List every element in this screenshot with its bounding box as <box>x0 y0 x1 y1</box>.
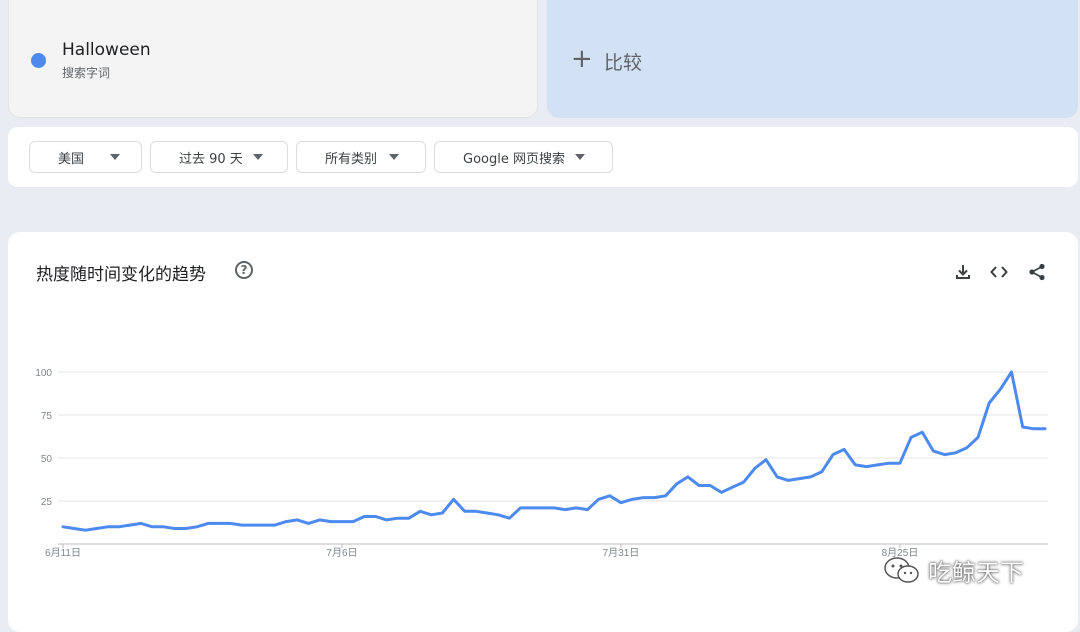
watermark-text: 吃鲸天下 <box>928 559 1024 587</box>
y-tick-label: 50 <box>41 454 53 465</box>
watermark: 吃鲸天下 <box>882 553 1024 588</box>
y-tick-label: 25 <box>41 497 53 508</box>
series-line-halloween[interactable] <box>61 370 1047 532</box>
x-tick-label: 7月31日 <box>603 547 640 559</box>
x-tick-label: 7月6日 <box>326 547 357 559</box>
wechat-icon <box>884 556 919 583</box>
trend-chart: 255075100 6月11日 7月6日 7月31日 8月25日 <box>35 368 1048 559</box>
y-tick-label: 75 <box>41 411 53 422</box>
x-tick-label: 6月11日 <box>45 547 81 559</box>
y-tick-label: 100 <box>35 368 52 379</box>
